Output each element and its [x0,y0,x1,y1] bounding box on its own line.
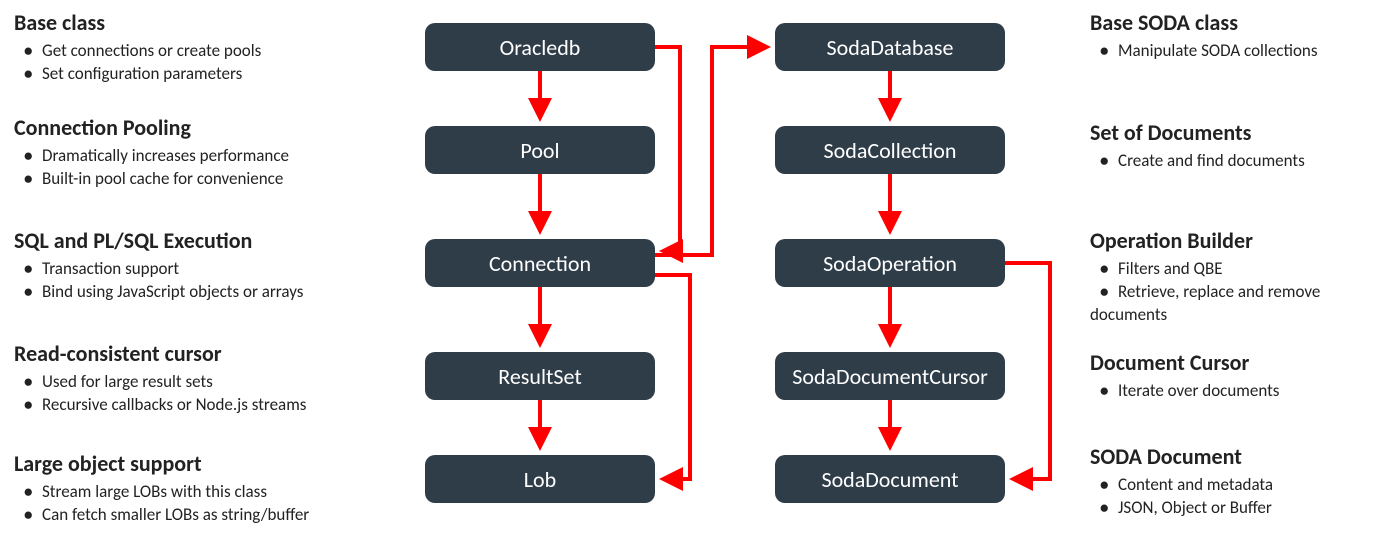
heading: Base SODA class [1090,10,1390,36]
heading: Large object support [14,451,414,477]
bullet-list: Iterate over documents [1090,380,1390,403]
bullet: Can fetch smaller LOBs as string/buffer [14,504,414,527]
text-setdocs: Set of Documents Create and find documen… [1090,120,1390,173]
bullet-list: Create and find documents [1090,150,1390,173]
bullet: Create and find documents [1090,150,1390,173]
bullet-list: Manipulate SODA collections [1090,40,1390,63]
arrow-connection-sodadatabase [655,47,767,255]
node-sodadocument: SodaDocument [775,455,1005,503]
bullet-list: Filters and QBE Retrieve, replace and re… [1090,258,1390,327]
node-sodaoperation: SodaOperation [775,239,1005,287]
bullet: Bind using JavaScript objects or arrays [14,281,414,304]
node-label: SodaOperation [823,250,957,277]
heading: Operation Builder [1090,228,1390,254]
bullet-list: Used for large result sets Recursive cal… [14,371,414,417]
node-lob: Lob [425,455,655,503]
text-sodadoc: SODA Document Content and metadata JSON,… [1090,444,1390,520]
heading: Read-consistent cursor [14,341,414,367]
bullet: Filters and QBE [1090,258,1390,281]
text-cursor: Read-consistent cursor Used for large re… [14,341,414,417]
node-connection: Connection [425,239,655,287]
node-label: Pool [520,137,559,164]
bullet: Stream large LOBs with this class [14,481,414,504]
text-opbuilder: Operation Builder Filters and QBE Retrie… [1090,228,1390,327]
text-lob: Large object support Stream large LOBs w… [14,451,414,527]
text-pooling: Connection Pooling Dramatically increase… [14,115,414,191]
node-label: Connection [489,250,591,277]
text-baseclass: Base class Get connections or create poo… [14,10,414,86]
text-sql: SQL and PL/SQL Execution Transaction sup… [14,228,414,304]
text-basesoda: Base SODA class Manipulate SODA collecti… [1090,10,1390,63]
node-label: SodaDatabase [827,34,954,61]
arrow-sodaoperation-sodadocument [1005,263,1050,479]
bullet: Retrieve, replace and remove documents [1090,281,1390,327]
bullet: Content and metadata [1090,474,1390,497]
heading: Set of Documents [1090,120,1390,146]
heading: SQL and PL/SQL Execution [14,228,414,254]
node-label: SodaCollection [824,137,957,164]
heading: SODA Document [1090,444,1390,470]
bullet-list: Content and metadata JSON, Object or Buf… [1090,474,1390,520]
bullet: Iterate over documents [1090,380,1390,403]
node-sodacollection: SodaCollection [775,126,1005,174]
bullet: Transaction support [14,258,414,281]
bullet: Manipulate SODA collections [1090,40,1390,63]
node-label: ResultSet [498,363,581,390]
node-resultset: ResultSet [425,352,655,400]
node-sodadatabase: SodaDatabase [775,23,1005,71]
bullet: Built-in pool cache for convenience [14,168,414,191]
node-pool: Pool [425,126,655,174]
bullet: Recursive callbacks or Node.js streams [14,394,414,417]
bullet-list: Stream large LOBs with this class Can fe… [14,481,414,527]
bullet-list: Transaction support Bind using JavaScrip… [14,258,414,304]
node-label: SodaDocumentCursor [792,363,988,390]
bullet: Used for large result sets [14,371,414,394]
bullet-list: Get connections or create pools Set conf… [14,40,414,86]
node-sodadocumentcursor: SodaDocumentCursor [775,352,1005,400]
arrow-connection-lob [655,275,690,479]
bullet: Get connections or create pools [14,40,414,63]
node-label: Oracledb [500,34,581,61]
node-label: Lob [524,466,556,493]
text-doccursor: Document Cursor Iterate over documents [1090,350,1390,403]
bullet-list: Dramatically increases performance Built… [14,145,414,191]
bullet: Dramatically increases performance [14,145,414,168]
node-oracledb: Oracledb [425,23,655,71]
bullet: Set configuration parameters [14,63,414,86]
heading: Connection Pooling [14,115,414,141]
heading: Base class [14,10,414,36]
heading: Document Cursor [1090,350,1390,376]
bullet: JSON, Object or Buffer [1090,497,1390,520]
arrow-oracledb-connection [655,47,680,251]
node-label: SodaDocument [821,466,958,493]
